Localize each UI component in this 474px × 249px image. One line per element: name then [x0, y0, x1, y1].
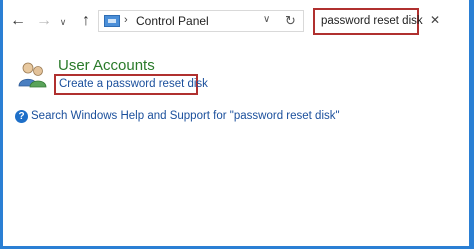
control-panel-icon	[104, 15, 120, 27]
recent-locations-button[interactable]: ∨	[56, 12, 70, 32]
task-link-highlight: Create a password reset disk	[54, 74, 208, 95]
arrow-right-icon: →	[36, 12, 52, 29]
search-input-value: password reset disk	[321, 15, 423, 27]
create-password-reset-disk-link[interactable]: Create a password reset disk	[59, 78, 208, 90]
chevron-down-icon: ∨	[263, 14, 271, 25]
user-accounts-icon	[18, 62, 47, 88]
search-input[interactable]: password reset disk	[313, 8, 423, 35]
window-right-border	[469, 0, 474, 249]
refresh-icon: ↻	[285, 13, 296, 28]
arrow-left-icon: ←	[10, 12, 26, 29]
help-icon: ?	[15, 110, 28, 123]
search-help-link[interactable]: Search Windows Help and Support for "pas…	[31, 110, 340, 122]
breadcrumb-separator: ›	[124, 14, 128, 26]
close-icon: ✕	[430, 13, 441, 27]
breadcrumb-control-panel[interactable]: Control Panel	[136, 14, 209, 28]
chevron-down-icon: ∨	[59, 17, 67, 27]
forward-button[interactable]: →	[34, 11, 54, 31]
category-title-user-accounts[interactable]: User Accounts	[58, 57, 155, 74]
back-button[interactable]: ←	[8, 11, 28, 31]
clear-search-button[interactable]: ✕	[430, 13, 440, 27]
up-button[interactable]: ↑	[76, 11, 96, 31]
window-left-border	[0, 0, 3, 249]
address-dropdown-button[interactable]: ∨	[263, 14, 270, 25]
arrow-up-icon: ↑	[82, 12, 90, 29]
address-bar[interactable]: › Control Panel ∨ ↻	[98, 10, 304, 32]
refresh-button[interactable]: ↻	[285, 13, 296, 29]
